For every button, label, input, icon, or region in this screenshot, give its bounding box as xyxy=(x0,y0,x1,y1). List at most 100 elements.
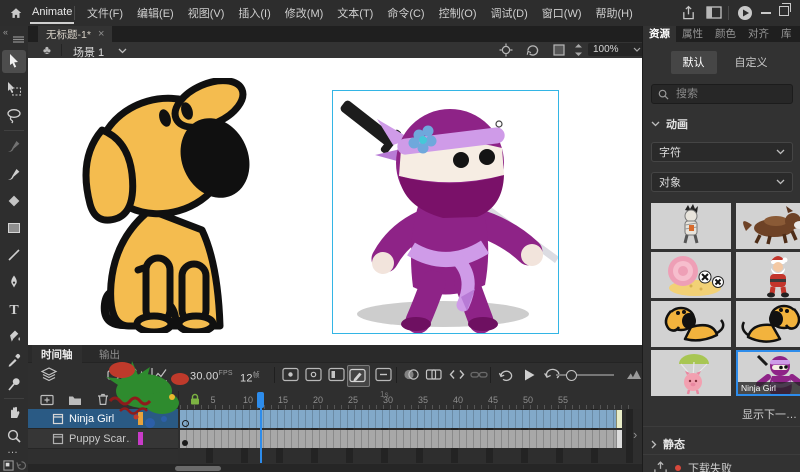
rectangle-tool[interactable] xyxy=(6,220,22,236)
object-filter-dropdown[interactable]: 对象 xyxy=(651,172,793,192)
home-icon[interactable] xyxy=(9,6,23,20)
timeline-scrollbar-track[interactable] xyxy=(28,464,642,472)
play-icon[interactable] xyxy=(520,367,538,383)
zoom-stepper[interactable] xyxy=(574,43,583,57)
pen-tool[interactable] xyxy=(6,274,22,290)
eraser-tool[interactable] xyxy=(6,193,22,209)
asset-thumb-mummy[interactable] xyxy=(651,203,731,249)
auto-keyframe-toggle[interactable] xyxy=(347,365,370,387)
asset-thumb-pig-parachute[interactable] xyxy=(651,350,731,396)
zoom-level-control[interactable]: 100% xyxy=(588,43,646,56)
layer-color-swatch-puppy[interactable] xyxy=(138,432,143,445)
asset-thumb-ninja-girl[interactable]: Ninja Girl xyxy=(736,350,800,396)
eyedropper-tool[interactable] xyxy=(6,352,22,368)
hand-tool[interactable] xyxy=(6,404,22,420)
menu-control[interactable]: 控制(O) xyxy=(432,5,484,21)
center-stage-icon[interactable] xyxy=(499,43,513,57)
zoom-tool[interactable] xyxy=(6,428,22,444)
snap-to-objects-icon[interactable] xyxy=(3,460,14,471)
scene-chevron-down-icon[interactable] xyxy=(118,48,127,54)
menu-view[interactable]: 视图(V) xyxy=(181,5,232,21)
text-tool[interactable]: T xyxy=(6,301,22,317)
clip-content-icon[interactable] xyxy=(552,43,566,57)
camera-icon[interactable] xyxy=(107,367,125,383)
menu-window[interactable]: 窗口(W) xyxy=(535,5,589,21)
timeline-zoom-fit-icon[interactable] xyxy=(625,367,642,381)
new-folder-icon[interactable] xyxy=(68,394,82,406)
show-hide-all-layers-icon[interactable] xyxy=(163,394,178,406)
classic-brush-tool[interactable] xyxy=(6,166,22,182)
asset-warp-tool[interactable] xyxy=(6,376,22,392)
asset-thumb-puppy-pounce[interactable] xyxy=(651,301,731,347)
mode-default-button[interactable]: 默认 xyxy=(671,51,717,74)
tab-assets[interactable]: 资源 xyxy=(643,26,676,44)
tab-align[interactable]: 对齐 xyxy=(742,26,775,44)
menu-debug[interactable]: 调试(D) xyxy=(484,5,535,21)
panel-expand-icon[interactable]: › xyxy=(633,427,637,442)
character-filter-dropdown[interactable]: 字符 xyxy=(651,142,793,162)
lasso-tool[interactable] xyxy=(6,108,22,124)
app-menu-animate[interactable]: Animate xyxy=(30,3,74,24)
menu-modify[interactable]: 修改(M) xyxy=(278,5,331,21)
asset-search-field[interactable] xyxy=(651,84,793,104)
edit-toolbar-icon[interactable] xyxy=(13,36,24,43)
layer-color-swatch-ninja[interactable] xyxy=(138,412,143,425)
insert-keyframe-icon[interactable] xyxy=(282,367,300,383)
section-static[interactable]: 静态 xyxy=(651,436,685,452)
quick-share-icon[interactable] xyxy=(737,5,753,21)
new-layer-icon[interactable] xyxy=(40,394,54,406)
asset-thumb-snail[interactable] xyxy=(651,252,731,298)
more-tools-icon[interactable]: … xyxy=(7,444,19,456)
insert-frame-icon[interactable] xyxy=(328,367,346,383)
tab-output[interactable]: 输出 xyxy=(90,345,129,365)
ninja-girl-selection-box[interactable] xyxy=(332,90,559,334)
scene-icon[interactable]: ♣ xyxy=(43,43,51,57)
workspace-switcher-icon[interactable] xyxy=(706,6,722,19)
menu-edit[interactable]: 编辑(E) xyxy=(130,5,181,21)
tab-library[interactable]: 库 xyxy=(775,26,798,44)
timeline-zoom-slider-knob[interactable] xyxy=(566,370,577,381)
menu-file[interactable]: 文件(F) xyxy=(80,5,130,21)
playhead-line[interactable] xyxy=(260,392,262,463)
menu-help[interactable]: 帮助(H) xyxy=(589,5,640,21)
free-transform-tool[interactable] xyxy=(6,81,22,97)
tab-timeline[interactable]: 时间轴 xyxy=(32,345,82,365)
search-input[interactable] xyxy=(674,87,778,101)
restore-button[interactable] xyxy=(779,6,789,16)
onion-skin-outline-icon[interactable] xyxy=(425,367,443,383)
undo-mini-icon[interactable] xyxy=(16,460,27,471)
layer-row-puppy[interactable]: Puppy Scar… xyxy=(28,429,178,449)
layer-view-options-icon[interactable] xyxy=(40,367,58,383)
asset-thumb-wolf[interactable] xyxy=(736,203,800,249)
layer-filter-icon[interactable] xyxy=(128,367,146,383)
remove-frame-icon[interactable] xyxy=(375,367,393,383)
frame-span-ninja-girl[interactable] xyxy=(180,410,622,428)
layer-row-ninja-girl[interactable]: Ninja Girl xyxy=(28,409,178,429)
loop-playback-icon[interactable] xyxy=(497,367,515,383)
section-animated[interactable]: 动画 xyxy=(651,116,688,132)
selection-tool[interactable] xyxy=(6,53,22,69)
onion-skin-icon[interactable] xyxy=(402,367,420,383)
timeline-scrollbar-thumb[interactable] xyxy=(175,466,221,471)
close-tab-icon[interactable]: × xyxy=(98,28,104,40)
rotate-view-icon[interactable] xyxy=(525,43,540,57)
timeline-zoom-slider-track[interactable] xyxy=(556,374,614,376)
paint-bucket-tool[interactable] xyxy=(6,328,22,344)
show-next-link[interactable]: 显示下一… xyxy=(742,406,797,422)
puppy-artwork[interactable] xyxy=(66,78,256,333)
menu-insert[interactable]: 插入(I) xyxy=(231,5,277,21)
tab-color[interactable]: 颜色 xyxy=(709,26,742,44)
tab-properties[interactable]: 属性 xyxy=(676,26,709,44)
edit-multiple-frames-icon[interactable] xyxy=(448,367,466,383)
minimize-button[interactable] xyxy=(761,12,771,14)
mode-custom-button[interactable]: 自定义 xyxy=(729,51,774,74)
collapse-panel-icon[interactable]: « xyxy=(3,27,8,37)
current-frame-control[interactable]: 12帧 xyxy=(240,370,260,385)
asset-thumb-puppy-play[interactable] xyxy=(736,301,800,347)
insert-blank-keyframe-icon[interactable] xyxy=(305,367,323,383)
menu-text[interactable]: 文本(T) xyxy=(330,5,380,21)
menu-commands[interactable]: 命令(C) xyxy=(380,5,431,21)
document-tab[interactable]: 无标题-1* × xyxy=(38,26,112,42)
asset-thumb-santa[interactable] xyxy=(736,252,800,298)
frame-graph-icon[interactable] xyxy=(150,367,168,383)
